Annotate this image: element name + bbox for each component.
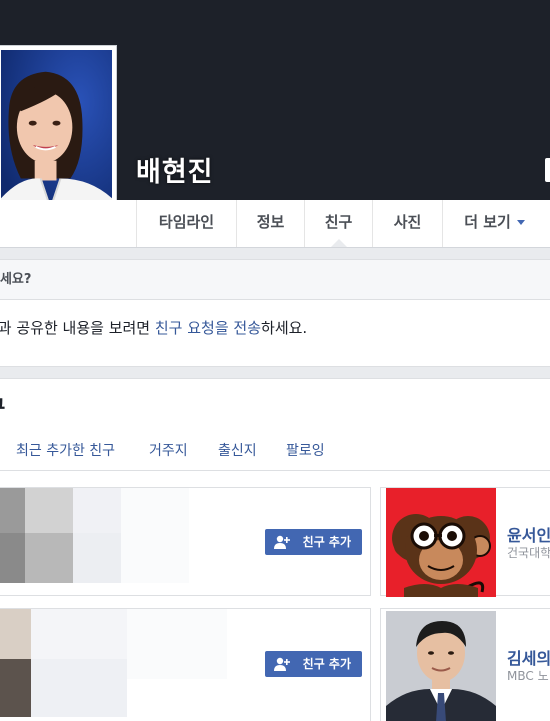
subtabs-divider	[0, 470, 550, 471]
tab-more-label: 더 보기	[464, 213, 511, 231]
tab-photos[interactable]: 사진	[372, 200, 442, 247]
subtab-current-city[interactable]: 거주지	[149, 440, 188, 460]
friend-name[interactable]: 김세의	[507, 645, 550, 669]
tab-timeline[interactable]: 타임라인	[136, 200, 236, 247]
friend-subtitle: MBC 노	[507, 669, 549, 683]
tab-about[interactable]: 정보	[236, 200, 304, 247]
subtab-hometown[interactable]: 출신지	[218, 440, 257, 460]
add-friend-label: 친구 추가	[302, 657, 351, 671]
profile-nav-bar: 타임라인 정보 친구 사진 더 보기	[0, 200, 550, 248]
send-friend-request-link[interactable]: 친구 요청을 전송	[155, 319, 261, 337]
monkey-avatar-image	[386, 488, 496, 597]
caret-down-icon	[516, 220, 525, 225]
profile-name[interactable]: 배현진	[136, 150, 214, 189]
friend-photo[interactable]	[386, 488, 496, 597]
friend-card: 친구 추가	[0, 487, 371, 596]
blurred-friend-photo[interactable]	[0, 488, 229, 595]
tab-friends[interactable]: 친구	[304, 200, 372, 247]
add-friend-button[interactable]: 친구 추가	[265, 651, 362, 677]
friend-subtitle: 건국대학	[507, 546, 550, 560]
cover-action-button-edge[interactable]	[545, 158, 550, 182]
blurred-friend-photo[interactable]	[0, 609, 229, 721]
subtab-recently-added[interactable]: 최근 추가한 친구	[16, 440, 115, 460]
know-card-heading: 아세요?	[0, 260, 550, 300]
know-card-text-after: 하세요.	[261, 319, 308, 337]
know-card-text: 들과 공유한 내용을 보려면 친구 요청을 전송하세요.	[0, 300, 550, 366]
profile-photo-image	[1, 50, 112, 224]
add-friend-icon	[274, 535, 290, 549]
friends-title: 구	[0, 392, 5, 422]
subtab-following[interactable]: 팔로잉	[286, 440, 325, 460]
friend-card: 김세의 MBC 노	[380, 608, 550, 721]
add-friend-icon	[274, 657, 290, 671]
friend-photo[interactable]	[386, 611, 496, 721]
add-friend-label: 친구 추가	[302, 535, 351, 549]
know-person-card: 아세요? 들과 공유한 내용을 보려면 친구 요청을 전송하세요.	[0, 259, 550, 367]
know-card-text-before: 들과 공유한 내용을 보려면	[0, 319, 155, 337]
friend-card: 윤서인 건국대학	[380, 487, 550, 597]
add-friend-button[interactable]: 친구 추가	[265, 529, 362, 555]
friend-name[interactable]: 윤서인	[507, 522, 550, 546]
tab-more[interactable]: 더 보기	[442, 200, 546, 247]
friend-card: 친구 추가	[0, 608, 371, 721]
man-portrait-image	[386, 611, 496, 721]
